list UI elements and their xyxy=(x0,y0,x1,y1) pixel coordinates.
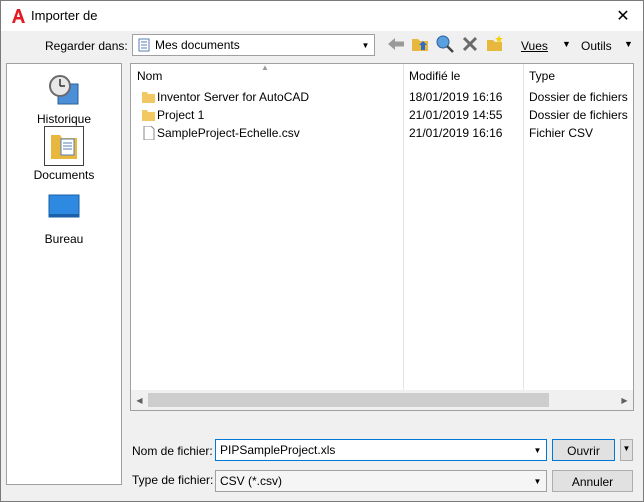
close-icon: ✕ xyxy=(616,8,630,25)
file-row[interactable]: Project 1 21/01/2019 14:55 Dossier de fi… xyxy=(131,106,628,124)
documents-icon xyxy=(51,135,77,159)
views-menu[interactable]: Vues xyxy=(521,39,548,53)
delete-icon[interactable] xyxy=(460,34,480,54)
look-in-value: Mes documents xyxy=(155,38,240,52)
title-bar: Importer de ✕ xyxy=(1,1,643,31)
file-type: Dossier de fichiers xyxy=(529,108,628,122)
file-name: Project 1 xyxy=(157,108,205,122)
tools-menu[interactable]: Outils xyxy=(581,39,612,53)
back-arrow-icon[interactable] xyxy=(386,34,406,54)
history-icon xyxy=(49,75,79,105)
documents-small-icon xyxy=(138,38,150,52)
look-in-label: Regarder dans: xyxy=(45,39,128,53)
scroll-right-icon[interactable]: ▶ xyxy=(616,390,633,410)
chevron-down-icon: ▼ xyxy=(533,476,542,486)
file-type: Fichier CSV xyxy=(529,126,594,140)
close-button[interactable]: ✕ xyxy=(603,1,643,31)
place-label: Bureau xyxy=(44,232,84,246)
search-web-icon[interactable] xyxy=(435,34,455,54)
autocad-a-icon xyxy=(10,8,26,24)
views-label: Vues xyxy=(521,39,548,53)
places-bar: Historique Documents Bureau xyxy=(6,63,122,485)
place-label: Historique xyxy=(36,112,92,126)
place-desktop[interactable]: Bureau xyxy=(7,190,121,246)
place-documents[interactable]: Documents xyxy=(7,126,121,182)
open-label: Ouvrir xyxy=(567,444,600,458)
file-row[interactable]: SampleProject-Echelle.csv 21/01/2019 16:… xyxy=(131,124,621,142)
file-modified: 18/01/2019 16:16 xyxy=(409,90,503,104)
file-modified: 21/01/2019 14:55 xyxy=(409,108,503,122)
scroll-left-icon[interactable]: ◀ xyxy=(131,390,148,410)
open-options-button[interactable]: ▼ xyxy=(620,439,633,461)
import-dialog: Importer de ✕ Regarder dans: Mes documen… xyxy=(0,0,644,502)
new-folder-icon[interactable] xyxy=(485,34,505,54)
file-name: Inventor Server for AutoCAD xyxy=(157,90,310,104)
filename-input[interactable]: PIPSampleProject.xls ▼ xyxy=(215,439,547,461)
cancel-label: Annuler xyxy=(571,475,614,489)
place-history[interactable]: Historique xyxy=(7,70,121,126)
look-in-dropdown[interactable]: Mes documents ▼ xyxy=(132,34,375,56)
filename-value: PIPSampleProject.xls xyxy=(220,443,336,457)
file-list[interactable]: Nom ▲ Modifié le Type Inventor Server fo… xyxy=(130,63,634,411)
column-header-modified[interactable]: Modifié le xyxy=(409,69,460,83)
filename-label: Nom de fichier: xyxy=(132,444,213,458)
desktop-icon xyxy=(48,194,80,218)
filetype-dropdown[interactable]: CSV (*.csv) ▼ xyxy=(215,470,547,492)
tools-dropdown-icon[interactable]: ▼ xyxy=(624,39,633,49)
place-label: Documents xyxy=(33,168,95,182)
file-icon xyxy=(143,126,155,140)
filetype-value: CSV (*.csv) xyxy=(220,474,283,488)
column-header-type[interactable]: Type xyxy=(529,69,555,83)
scrollbar-thumb[interactable] xyxy=(148,393,549,407)
folder-icon xyxy=(142,110,155,121)
file-name: SampleProject-Echelle.csv xyxy=(157,126,300,140)
chevron-down-icon: ▼ xyxy=(361,40,370,50)
horizontal-scrollbar[interactable]: ◀ ▶ xyxy=(131,390,633,410)
open-button[interactable]: Ouvrir xyxy=(552,439,615,461)
column-header-name[interactable]: Nom xyxy=(137,69,162,83)
views-dropdown-icon[interactable]: ▼ xyxy=(562,39,571,49)
folder-icon xyxy=(142,92,155,103)
up-folder-icon[interactable] xyxy=(410,34,430,54)
chevron-down-icon: ▼ xyxy=(622,444,631,453)
cancel-button[interactable]: Annuler xyxy=(552,470,633,492)
file-modified: 21/01/2019 16:16 xyxy=(409,126,503,140)
file-row[interactable]: Inventor Server for AutoCAD 18/01/2019 1… xyxy=(131,88,628,106)
filetype-label: Type de fichier: xyxy=(132,473,214,487)
chevron-down-icon[interactable]: ▼ xyxy=(529,440,546,460)
sort-ascending-icon: ▲ xyxy=(261,63,269,72)
file-type: Dossier de fichiers xyxy=(529,90,628,104)
window-title: Importer de xyxy=(31,8,98,23)
tools-label: Outils xyxy=(581,39,612,53)
